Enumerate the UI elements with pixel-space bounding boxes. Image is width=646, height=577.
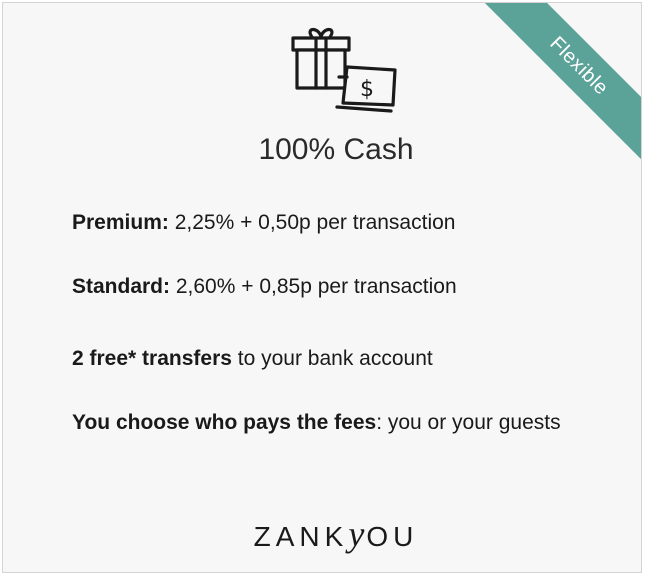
ribbon-label: Flexible [545, 32, 613, 100]
fees-choice-bold: You choose who pays the fees [72, 411, 377, 434]
fees-choice: You choose who pays the fees: you or you… [72, 410, 572, 435]
premium-rate: Premium: 2,25% + 0,50p per transaction [72, 210, 592, 235]
standard-rate: Standard: 2,60% + 0,85p per transaction [72, 274, 592, 299]
fees-choice-text: : you or your guests [376, 411, 561, 434]
zankyou-logo: ZANKyOU [3, 513, 641, 555]
standard-value: 2,60% + 0,85p per transaction [170, 275, 457, 298]
free-transfers-bold: 2 free* transfers [72, 347, 232, 370]
free-transfers: 2 free* transfers to your bank account [72, 346, 592, 371]
svg-text:$: $ [360, 77, 374, 102]
gift-cash-icon: $ [287, 25, 405, 117]
option-title: 100% Cash [258, 133, 414, 166]
logo-part-1: ZANK [253, 521, 349, 552]
standard-label: Standard: [72, 275, 171, 298]
premium-label: Premium: [72, 211, 169, 234]
logo-part-2: OU [366, 521, 419, 552]
logo-script-y: y [348, 514, 367, 554]
premium-value: 2,25% + 0,50p per transaction [168, 211, 456, 234]
cash-option-card: Flexible $ 100% Cash Premium: 2,25% + 0,… [2, 2, 642, 573]
free-transfers-text: to your bank account [231, 347, 433, 370]
